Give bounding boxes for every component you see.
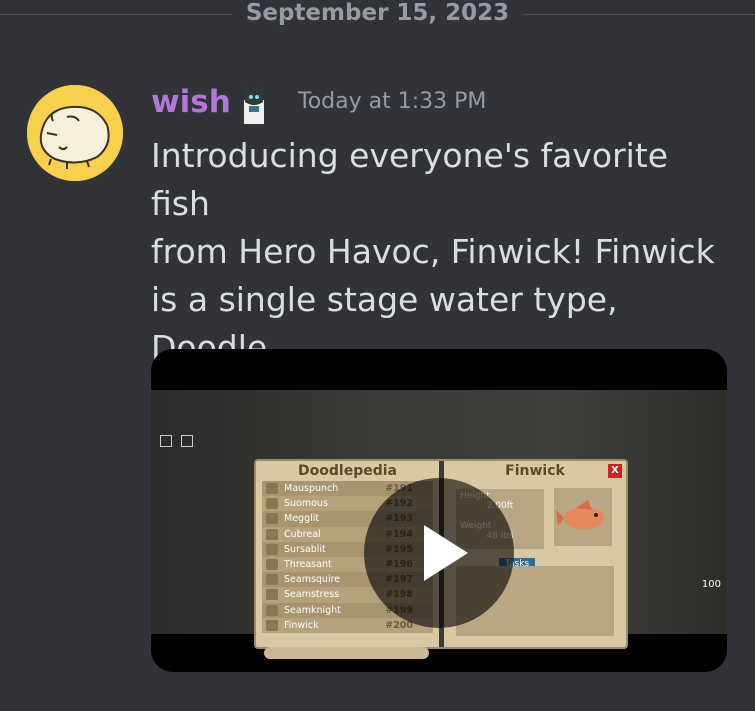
doodle-thumb-icon bbox=[266, 543, 278, 555]
timestamp: Today at 1:33 PM bbox=[298, 89, 487, 114]
roblox-icon bbox=[160, 435, 172, 447]
doodle-thumb-icon bbox=[266, 513, 278, 525]
doodle-thumb-icon bbox=[266, 528, 278, 540]
doodle-name: Sursablit bbox=[284, 543, 326, 555]
doodle-thumb-icon bbox=[266, 604, 278, 616]
divider-line-left bbox=[0, 14, 232, 15]
video-frame: Doodlepedia Mauspunch#191Suomous#192Megg… bbox=[151, 390, 727, 659]
doodle-name: Cubreal bbox=[284, 528, 321, 540]
date-divider: September 15, 2023 bbox=[0, 0, 755, 30]
divider-line-right bbox=[523, 14, 755, 15]
username[interactable]: wish bbox=[151, 84, 231, 120]
doodle-name: Finwick bbox=[284, 619, 319, 631]
hamster-avatar-icon bbox=[27, 85, 123, 181]
chat-icon bbox=[181, 435, 194, 447]
play-button[interactable] bbox=[364, 478, 514, 628]
doodle-name: Threasant bbox=[284, 558, 332, 570]
play-icon bbox=[424, 525, 468, 581]
avatar[interactable] bbox=[27, 85, 123, 181]
doodle-name: Seamknight bbox=[284, 604, 341, 616]
video-embed[interactable]: Doodlepedia Mauspunch#191Suomous#192Megg… bbox=[151, 349, 727, 672]
doodle-name: Seamsquire bbox=[284, 574, 341, 586]
game-menu-icons bbox=[160, 432, 197, 451]
doodle-name: Seamstress bbox=[284, 589, 340, 601]
close-button: X bbox=[608, 464, 622, 478]
doodle-thumb-icon bbox=[266, 574, 278, 586]
doodle-name: Suomous bbox=[284, 498, 328, 510]
hud-counter: 100 bbox=[701, 579, 721, 590]
cat-badge-icon[interactable] bbox=[235, 80, 273, 128]
fish-portrait bbox=[554, 488, 612, 546]
fish-icon bbox=[556, 500, 604, 529]
doodle-name: Mauspunch bbox=[284, 483, 339, 494]
doodle-name: Megglit bbox=[284, 513, 320, 525]
doodle-thumb-icon bbox=[266, 589, 278, 601]
doodle-thumb-icon bbox=[266, 498, 278, 510]
doodle-thumb-icon bbox=[266, 558, 278, 570]
doodle-thumb-icon bbox=[266, 619, 278, 631]
date-label: September 15, 2023 bbox=[245, 0, 510, 26]
list-scrollbar bbox=[264, 647, 429, 659]
doodle-thumb-icon bbox=[266, 483, 278, 494]
